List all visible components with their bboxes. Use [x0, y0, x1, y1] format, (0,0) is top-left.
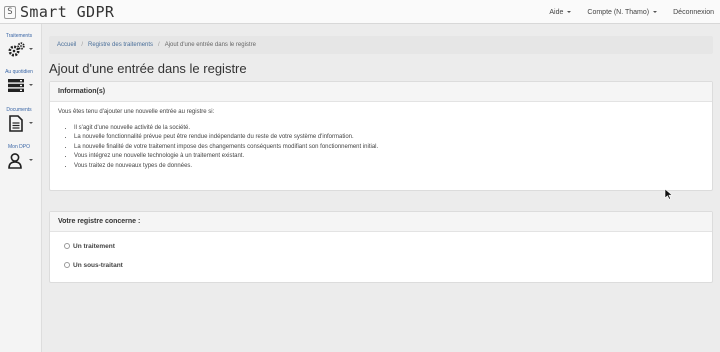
server-icon — [8, 79, 24, 92]
information-intro: Vous êtes tenu d'ajouter une nouvelle en… — [58, 109, 215, 115]
radio-option-label: Un sous-traitant — [73, 261, 123, 269]
breadcrumb-registry[interactable]: Registre des traitements — [88, 42, 153, 48]
caret-down-icon — [29, 122, 33, 124]
breadcrumb-separator: / — [81, 42, 84, 48]
caret-down-icon — [567, 11, 572, 13]
top-nav-menu: Aide Compte (N. Thamo) Déconnexion — [533, 0, 714, 24]
sidebar-item-label: Traitements — [5, 33, 33, 39]
radio-button[interactable] — [64, 243, 70, 249]
brand-name: Smart GDPR — [20, 3, 115, 21]
breadcrumb-current: Ajout d'une entrée dans le registre — [164, 42, 256, 48]
document-icon — [9, 115, 23, 132]
breadcrumb-separator: / — [158, 42, 160, 48]
breadcrumb: Accueil / Registre des traitements / Ajo… — [49, 36, 713, 54]
sidebar-item-traitements[interactable]: Traitements — [0, 33, 42, 67]
sidebar: Traitements Au quotidien Documents Mon D… — [0, 24, 42, 352]
registry-concern-options: Un traitement Un sous-traitant — [50, 232, 712, 273]
radio-option-sous-traitant[interactable]: Un sous-traitant — [64, 257, 712, 273]
radio-option-traitement[interactable]: Un traitement — [64, 238, 712, 254]
list-item: Il s'agit d'une nouvelle activité de la … — [74, 124, 712, 133]
radio-button[interactable] — [64, 262, 70, 268]
caret-down-icon — [29, 159, 33, 161]
brand[interactable]: S Smart GDPR — [4, 3, 114, 21]
sidebar-item-documents[interactable]: Documents — [0, 107, 42, 141]
caret-down-icon — [29, 48, 33, 50]
list-item: Vous intégrez une nouvelle technologie à… — [74, 152, 712, 161]
registry-concern-title: Votre registre concerne : — [50, 212, 712, 232]
list-item: Vous traitez de nouveaux types de donnée… — [74, 162, 712, 171]
information-panel: Information(s) Vous êtes tenu d'ajouter … — [49, 81, 713, 191]
sidebar-item-label: Au quotidien — [5, 69, 33, 75]
user-icon — [8, 153, 22, 169]
brand-logo-icon: S — [4, 5, 16, 19]
logout-label: Déconnexion — [673, 8, 714, 16]
top-navbar: S Smart GDPR Aide Compte (N. Thamo) Déco… — [0, 0, 720, 24]
mouse-cursor-icon — [664, 188, 673, 200]
sidebar-item-mon-dpo[interactable]: Mon DPO — [0, 144, 42, 178]
page-title: Ajout d'une entrée dans le registre — [49, 61, 247, 76]
information-panel-title: Information(s) — [50, 82, 712, 102]
sidebar-item-label: Documents — [6, 107, 32, 113]
caret-down-icon — [653, 11, 658, 13]
sidebar-item-au-quotidien[interactable]: Au quotidien — [0, 69, 42, 103]
sidebar-item-label: Mon DPO — [8, 144, 30, 150]
information-list: Il s'agit d'une nouvelle activité de la … — [58, 124, 712, 171]
account-menu[interactable]: Compte (N. Thamo) — [587, 8, 658, 16]
gears-icon — [8, 42, 25, 57]
caret-down-icon — [29, 84, 33, 86]
registry-concern-panel: Votre registre concerne : Un traitement … — [49, 211, 713, 283]
breadcrumb-home[interactable]: Accueil — [57, 42, 76, 48]
list-item: La nouvelle finalité de votre traitement… — [74, 143, 712, 152]
account-menu-label: Compte (N. Thamo) — [587, 8, 650, 16]
information-panel-body: Vous êtes tenu d'ajouter une nouvelle en… — [50, 102, 712, 171]
help-menu[interactable]: Aide — [549, 8, 572, 16]
radio-option-label: Un traitement — [73, 242, 115, 250]
list-item: La nouvelle fonctionnalité prévue peut ê… — [74, 133, 712, 142]
logout-link[interactable]: Déconnexion — [673, 9, 714, 16]
help-menu-label: Aide — [549, 8, 564, 16]
